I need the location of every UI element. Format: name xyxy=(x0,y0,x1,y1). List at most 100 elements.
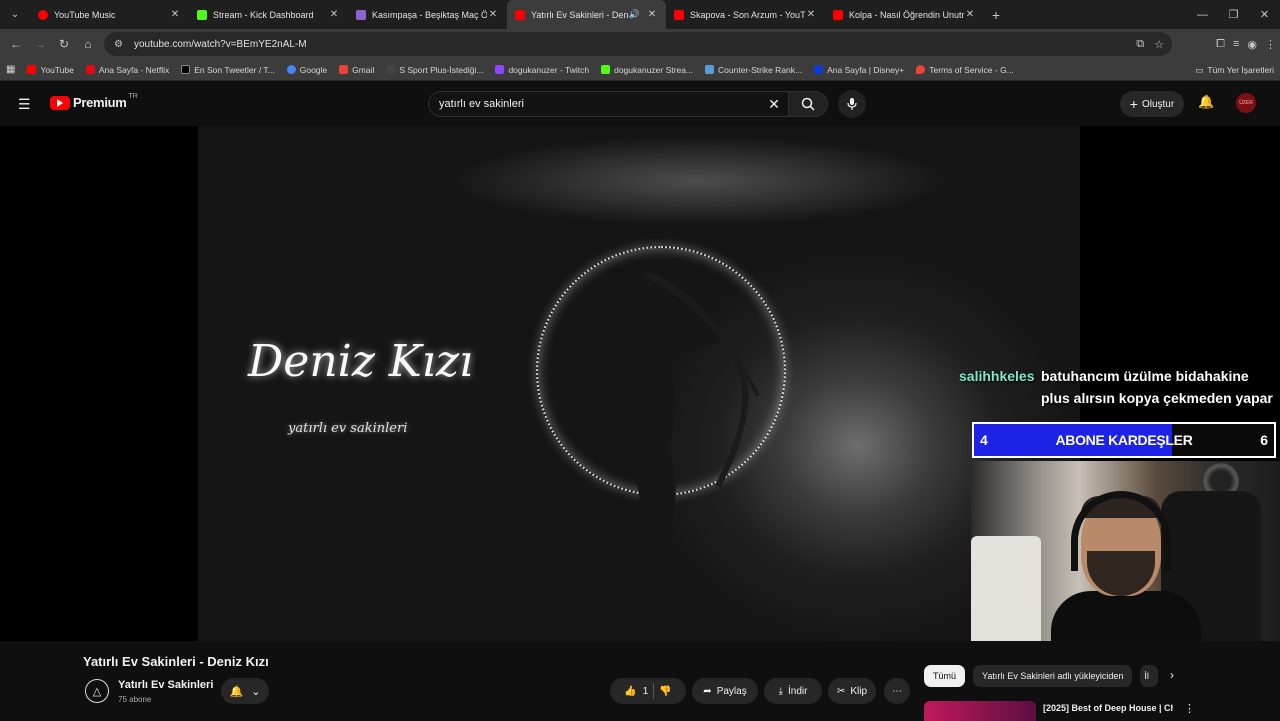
window-controls: — ❐ ✕ xyxy=(1187,0,1280,29)
bookmark-item[interactable]: Terms of Service - G... xyxy=(910,65,1020,75)
close-icon[interactable]: ✕ xyxy=(805,9,817,20)
media-control-icon[interactable]: ≡ xyxy=(1233,38,1239,50)
apps-icon[interactable]: ▦ xyxy=(0,64,21,75)
share-button[interactable]: ➦ Paylaş xyxy=(692,678,758,704)
subscription-bell-button[interactable]: 🔔 ⌄ xyxy=(221,678,269,704)
minimize-icon[interactable]: — xyxy=(1187,0,1218,29)
share-label: Paylaş xyxy=(716,685,747,697)
clip-button[interactable]: ✂ Klip xyxy=(828,678,876,704)
search-button[interactable] xyxy=(788,91,828,117)
mermaid-silhouette xyxy=(568,266,760,594)
subscriber-count: 75 abone xyxy=(118,695,152,704)
youtube-icon xyxy=(515,9,525,20)
tab-search-icon[interactable]: ⌄ xyxy=(0,0,30,29)
divider xyxy=(653,683,655,699)
close-icon[interactable]: ✕ xyxy=(646,9,658,20)
like-button[interactable]: 👍 1 xyxy=(624,686,648,697)
video-frame[interactable]: Deniz Kızı yatırlı ev sakinleri xyxy=(198,126,1080,641)
filter-chips: Tümü Yatırlı Ev Sakinleri adlı yükleyici… xyxy=(924,665,1159,687)
page-icon xyxy=(356,9,366,20)
menu-icon[interactable]: ⋮ xyxy=(1265,38,1276,51)
art-subtitle: yatırlı ev sakinleri xyxy=(288,421,408,436)
disney-icon xyxy=(814,65,824,74)
tab-0[interactable]: YouTube Music ✕ xyxy=(30,0,189,29)
home-icon[interactable]: ⌂ xyxy=(76,32,100,56)
clear-search-icon[interactable]: ✕ xyxy=(762,91,786,117)
bookmark-favicon xyxy=(27,65,37,74)
bookmark-item[interactable]: YouTube xyxy=(21,65,79,75)
more-actions-button[interactable]: ⋯ xyxy=(884,678,910,704)
bookmark-item[interactable]: dogukanuzer Strea... xyxy=(595,65,699,75)
tab-3[interactable]: Yatırlı Ev Sakinleri - Deniz Kızı 🔊 ✕ xyxy=(507,0,666,29)
thumbs-down-icon: 👎 xyxy=(659,685,672,697)
youtube-play-icon xyxy=(50,95,70,110)
voice-search-button[interactable] xyxy=(838,90,866,118)
bookmark-item[interactable]: Counter-Strike Rank... xyxy=(699,65,808,75)
maximize-icon[interactable]: ❐ xyxy=(1218,0,1249,29)
new-tab-icon[interactable]: + xyxy=(984,7,1008,23)
address-bar[interactable]: ⚙ youtube.com/watch?v=BEmYE2nAL-M ⧉ ☆ xyxy=(104,32,1172,56)
avatar[interactable]: ÜZER xyxy=(1236,93,1256,113)
all-bookmarks[interactable]: ▭ Tüm Yer İşaretleri xyxy=(1195,59,1274,81)
close-icon[interactable]: ✕ xyxy=(169,9,181,20)
close-window-icon[interactable]: ✕ xyxy=(1249,0,1280,29)
channel-name[interactable]: Yatırlı Ev Sakinleri xyxy=(118,679,213,691)
bookmark-star-icon[interactable]: ☆ xyxy=(1154,38,1164,51)
google-icon xyxy=(286,65,296,74)
bookmark-favicon xyxy=(386,65,396,74)
reload-icon[interactable]: ↻ xyxy=(52,32,76,56)
gmail-icon xyxy=(339,65,349,74)
forward-icon[interactable]: → xyxy=(28,32,52,56)
notifications-icon[interactable]: 🔔 xyxy=(1198,94,1214,110)
youtube-logo[interactable]: Premium TR xyxy=(50,93,138,110)
recommendation-title[interactable]: [2025] Best of Deep House | Chill Mix | … xyxy=(1043,703,1173,713)
extensions-icon[interactable]: ⧠ xyxy=(1216,38,1225,51)
search-icon xyxy=(801,97,815,111)
video-info: Yatırlı Ev Sakinleri - Deniz Kızı △ Yatı… xyxy=(0,641,1280,721)
youtube-music-icon xyxy=(38,9,48,20)
close-icon[interactable]: ✕ xyxy=(487,9,499,20)
more-vert-icon[interactable]: ⋮ xyxy=(1184,702,1195,715)
bookmark-item[interactable]: Gmail xyxy=(333,65,380,75)
channel-avatar[interactable]: △ xyxy=(85,679,109,703)
close-icon[interactable]: ✕ xyxy=(964,9,976,20)
tab-1[interactable]: Stream - Kick Dashboard ✕ xyxy=(189,0,348,29)
install-app-icon[interactable]: ⧉ xyxy=(1136,38,1144,51)
tab-2[interactable]: Kasımpaşa - Beşiktaş Maç Özeti ✕ xyxy=(348,0,507,29)
kick-icon xyxy=(601,65,611,74)
chat-message: batuhancım üzülme bidahakine plus alırsı… xyxy=(1041,368,1273,406)
bookmark-label: dogukanuzer - Twitch xyxy=(508,64,590,75)
profile-icon[interactable]: ◉ xyxy=(1247,38,1257,51)
back-icon[interactable]: ← xyxy=(4,32,28,56)
create-label: Oluştur xyxy=(1141,98,1175,110)
site-info-icon[interactable]: ⚙ xyxy=(114,39,128,50)
mic-icon xyxy=(847,98,857,110)
download-button[interactable]: ⤓ İndir xyxy=(764,678,822,704)
thumbs-up-icon: 👍 xyxy=(624,685,637,697)
recommendation-thumbnail[interactable] xyxy=(924,701,1036,721)
chip-related[interactable]: İl xyxy=(1140,665,1159,687)
bookmark-item[interactable]: Ana Sayfa - Netflix xyxy=(80,65,175,75)
chip-uploader[interactable]: Yatırlı Ev Sakinleri adlı yükleyiciden xyxy=(973,665,1133,687)
bookmark-item[interactable]: Google xyxy=(281,65,333,75)
download-icon: ⤓ xyxy=(778,685,783,697)
tab-title: Stream - Kick Dashboard xyxy=(213,9,314,20)
bookmark-item[interactable]: Ana Sayfa | Disney+ xyxy=(808,65,910,75)
chevron-right-icon[interactable]: › xyxy=(1170,668,1174,682)
all-bookmarks-label: Tüm Yer İşaretleri xyxy=(1207,65,1274,75)
dislike-button[interactable]: 👎 xyxy=(659,686,671,697)
bookmark-item[interactable]: S Sport Plus-İstediği... xyxy=(380,65,489,75)
like-count: 1 xyxy=(642,685,649,697)
bookmark-item[interactable]: dogukanuzer - Twitch xyxy=(489,65,595,75)
search-input[interactable]: yatırlı ev sakinleri xyxy=(428,91,790,117)
bookmark-item[interactable]: En Son Tweetler / T... xyxy=(175,65,280,75)
close-icon[interactable]: ✕ xyxy=(328,9,340,20)
tab-5[interactable]: Kolpa - Nasıl Öğrendin Unutmayı ✕ xyxy=(825,0,984,29)
hamburger-menu-icon[interactable]: ☰ xyxy=(18,96,31,113)
share-icon: ➦ xyxy=(703,685,712,697)
create-button[interactable]: + Oluştur xyxy=(1120,91,1184,117)
bookmark-label: dogukanuzer Strea... xyxy=(614,64,694,75)
speaker-icon[interactable]: 🔊 xyxy=(629,9,640,20)
chip-all[interactable]: Tümü xyxy=(924,665,966,687)
tab-4[interactable]: Skapova - Son Arzum - YouTube ✕ xyxy=(666,0,825,29)
